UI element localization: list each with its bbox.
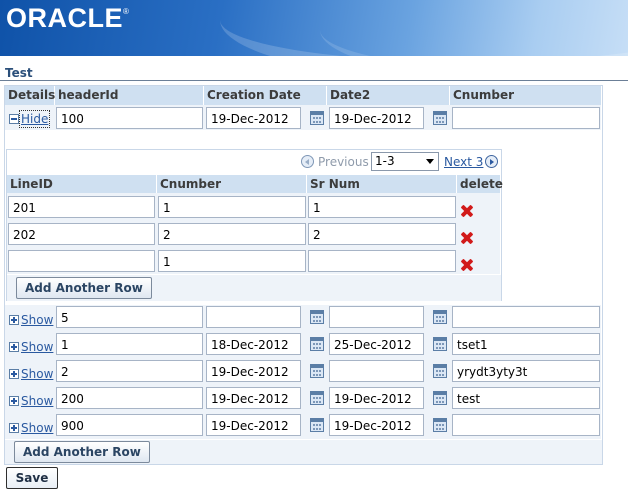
headerid-field[interactable]: 1	[56, 333, 203, 355]
date2-field[interactable]: 19-Dec-2012	[329, 387, 424, 409]
previous-link: Previous	[318, 155, 369, 169]
range-select[interactable]: 1-3	[371, 152, 439, 171]
calendar-icon[interactable]	[433, 310, 447, 324]
cnumber-field[interactable]: yrydt3yty3t	[452, 360, 600, 382]
chevron-down-icon	[426, 159, 434, 164]
sr-num-field[interactable]: 2	[308, 223, 456, 245]
delete-icon[interactable]	[461, 232, 473, 244]
cnumber-field[interactable]: tset1	[452, 333, 600, 355]
collapse-icon	[9, 114, 19, 124]
expand-icon	[9, 369, 19, 379]
calendar-icon[interactable]	[433, 391, 447, 405]
column-header-details: Details	[5, 86, 55, 105]
show-details-link[interactable]: Show	[9, 394, 53, 408]
calendar-icon[interactable]	[433, 364, 447, 378]
delete-icon[interactable]	[461, 205, 473, 217]
calendar-icon[interactable]	[433, 111, 447, 125]
detail-cnumber-field[interactable]: 1	[158, 250, 306, 272]
calendar-icon[interactable]	[433, 418, 447, 432]
cnumber-field[interactable]: test	[452, 387, 600, 409]
creation-date-field[interactable]: 19-Dec-2012	[206, 107, 301, 129]
previous-arrow-icon	[301, 155, 314, 168]
sr-num-field[interactable]	[308, 250, 456, 272]
lineid-field[interactable]: 201	[8, 196, 155, 218]
column-header-delete: delete	[457, 175, 503, 193]
expand-icon	[9, 315, 19, 325]
expand-icon	[9, 396, 19, 406]
column-header-creation-date: Creation Date	[204, 86, 327, 105]
sr-num-field[interactable]: 1	[308, 196, 456, 218]
headerid-field[interactable]: 100	[56, 107, 203, 129]
detail-cnumber-field[interactable]: 2	[158, 223, 306, 245]
headerid-field[interactable]: 5	[56, 306, 203, 328]
column-header-detail-cnumber: Cnumber	[157, 175, 307, 193]
title-divider	[0, 80, 628, 81]
date2-field[interactable]	[329, 306, 424, 328]
creation-date-field[interactable]	[206, 306, 301, 328]
next-link[interactable]: Next 3	[444, 155, 483, 169]
banner-swoosh	[320, 0, 628, 56]
column-header-sr-num: Sr Num	[307, 175, 457, 193]
page-title: Test	[5, 66, 33, 80]
date2-field[interactable]	[329, 360, 424, 382]
expand-icon	[9, 423, 19, 433]
cnumber-field[interactable]	[452, 306, 600, 328]
creation-date-field[interactable]: 19-Dec-2012	[206, 360, 301, 382]
date2-field[interactable]: 19-Dec-2012	[329, 107, 424, 129]
save-button[interactable]: Save	[6, 467, 58, 489]
header-banner: ORACLE®	[0, 0, 628, 56]
calendar-icon[interactable]	[433, 337, 447, 351]
cnumber-field[interactable]	[452, 107, 600, 129]
detail-cnumber-field[interactable]: 1	[158, 196, 306, 218]
lineid-field[interactable]	[8, 250, 155, 272]
expand-icon	[9, 342, 19, 352]
calendar-icon[interactable]	[310, 364, 324, 378]
lineid-field[interactable]: 202	[8, 223, 155, 245]
creation-date-field[interactable]: 19-Dec-2012	[206, 387, 301, 409]
date2-field[interactable]: 19-Dec-2012	[329, 414, 424, 436]
calendar-icon[interactable]	[310, 418, 324, 432]
show-details-link[interactable]: Show	[9, 340, 53, 354]
next-arrow-icon[interactable]	[485, 155, 498, 168]
calendar-icon[interactable]	[310, 337, 324, 351]
column-header-lineid: LineID	[7, 175, 157, 193]
cnumber-field[interactable]	[452, 414, 600, 436]
headerid-field[interactable]: 200	[56, 387, 203, 409]
creation-date-field[interactable]: 19-Dec-2012	[206, 414, 301, 436]
headerid-field[interactable]: 2	[56, 360, 203, 382]
show-details-link[interactable]: Show	[9, 367, 53, 381]
hide-details-link[interactable]: Hide	[9, 110, 51, 128]
add-header-row-button[interactable]: Add Another Row	[14, 441, 150, 463]
show-details-link[interactable]: Show	[9, 313, 53, 327]
column-header-cnumber: Cnumber	[450, 86, 602, 105]
delete-icon[interactable]	[461, 259, 473, 271]
oracle-logo: ORACLE®	[6, 3, 130, 33]
add-detail-row-button[interactable]: Add Another Row	[16, 277, 152, 299]
headerid-field[interactable]: 900	[56, 414, 203, 436]
calendar-icon[interactable]	[310, 111, 324, 125]
calendar-icon[interactable]	[310, 310, 324, 324]
creation-date-field[interactable]: 18-Dec-2012	[206, 333, 301, 355]
calendar-icon[interactable]	[310, 391, 324, 405]
column-header-headerid: headerId	[55, 86, 204, 105]
column-header-date2: Date2	[327, 86, 450, 105]
date2-field[interactable]: 25-Dec-2012	[329, 333, 424, 355]
show-details-link[interactable]: Show	[9, 421, 53, 435]
